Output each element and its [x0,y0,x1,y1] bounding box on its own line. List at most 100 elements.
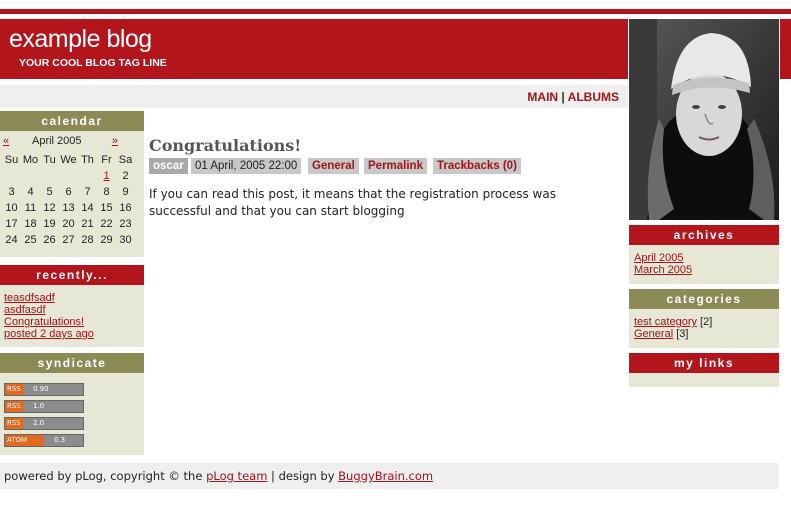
category-link[interactable]: General [634,328,673,340]
calendar-grid: Su Mo Tu We Th Fr Sa 1 2 3 4 5 6 7 8 9 1… [2,152,135,248]
calendar-day [40,168,59,184]
calendar-weekday-row: Su Mo Tu We Th Fr Sa [2,152,135,168]
post-date: 01 April, 2005 22:00 [191,158,302,174]
recent-post-link[interactable]: asdfasdf [4,304,94,316]
category-count: [3] [676,328,689,340]
calendar-day: 8 [103,186,110,198]
blog-title[interactable]: example blog [9,25,152,54]
calendar-day: 9 [122,186,129,198]
archives-widget: April 2005 March 2005 [629,245,779,284]
nav-main-link[interactable]: MAIN [527,90,558,104]
buggybrain-link[interactable]: BuggyBrain.com [338,469,433,483]
calendar-day: 23 [119,218,132,230]
my-links-heading: my links [629,353,779,373]
rss-090-badge[interactable]: RSS 0.90 [4,383,84,396]
calendar-day-link[interactable]: 1 [97,168,116,184]
my-links-widget [629,373,779,387]
atom-03-badge[interactable]: ATOM 0.3 [4,434,84,447]
archive-link[interactable]: March 2005 [634,264,692,276]
calendar-day: 19 [43,218,56,230]
category-count: [2] [700,316,713,328]
portrait-image [629,19,779,220]
category-link[interactable]: test category [634,316,697,328]
recently-widget: teasdfsadf asdfasdf Congratulations! pos… [0,285,144,347]
calendar-day [21,168,40,184]
footer-copyright-text: powered by pLog, copyright © the [4,469,207,483]
rss-10-badge[interactable]: RSS 1.0 [4,400,84,413]
feed-type: ATOM [5,435,44,446]
recent-post-link[interactable]: Congratulations! [4,316,94,328]
calendar-day: 27 [62,234,75,246]
calendar-day: 11 [24,202,37,214]
calendar-day: 26 [43,234,56,246]
post-trackbacks-link[interactable]: Trackbacks (0) [433,158,521,174]
calendar-day: 22 [100,218,113,230]
feed-version: 0.3 [54,436,66,444]
recent-post-link[interactable]: posted 2 days ago [4,328,94,340]
calendar-day: 24 [5,234,18,246]
top-nav: MAIN | ALBUMS [0,85,628,108]
calendar-day [59,168,78,184]
post-category-link[interactable]: General [308,158,359,174]
calendar-day: 16 [119,202,132,214]
nav-links: MAIN | ALBUMS [527,90,619,104]
calendar-day [2,168,21,184]
calendar-day: 5 [46,186,53,198]
calendar-heading: calendar [0,111,144,131]
calendar-week: 3 4 5 6 7 8 9 [2,184,135,200]
categories-list: test category [2] General [3] [634,316,712,340]
syndicate-heading: syndicate [0,353,144,373]
feed-type: RSS [5,401,23,412]
plog-team-link[interactable]: pLog team [206,469,267,483]
rss-20-badge[interactable]: RSS 2.0 [4,417,84,430]
categories-heading: categories [629,289,779,309]
weekday-header: Mo [22,154,39,166]
nav-albums-link[interactable]: ALBUMS [568,90,619,104]
calendar-day: 13 [62,202,75,214]
calendar-prev-link[interactable]: « [3,135,9,147]
weekday-header: Tu [43,154,56,166]
syndicate-widget: RSS 0.90 RSS 1.0 RSS 2.0 ATOM 0.3 [0,373,144,455]
feed-version: 0.90 [33,385,49,393]
calendar-widget: « April 2005 » Su Mo Tu We Th Fr Sa 1 2 … [0,131,144,257]
calendar-day: 4 [27,186,34,198]
categories-widget: test category [2] General [3] [629,309,779,348]
post-body: If you can read this post, it means that… [149,187,556,218]
calendar-day: 29 [100,234,113,246]
footer-design-text: | design by [267,469,339,483]
calendar-day [78,168,97,184]
calendar-week: 1 2 [2,168,135,184]
calendar-day: 15 [100,202,113,214]
header-photo [629,19,779,220]
calendar-day: 12 [43,202,56,214]
calendar-day: 6 [65,186,72,198]
calendar-day: 18 [24,218,37,230]
recent-post-link[interactable]: teasdfsadf [4,292,94,304]
blog-tagline: YOUR COOL BLOG TAG LINE [19,57,167,69]
calendar-day: 2 [122,170,129,182]
archive-link[interactable]: April 2005 [634,252,692,264]
post-title[interactable]: Congratulations! [149,136,301,155]
weekday-header: Su [4,154,19,166]
recently-list: teasdfsadf asdfasdf Congratulations! pos… [4,292,94,340]
calendar-week: 24 25 26 27 28 29 30 [2,232,135,248]
calendar-next-link[interactable]: » [112,135,118,147]
post-permalink[interactable]: Permalink [364,158,427,174]
nav-separator: | [561,90,565,104]
feed-version: 1.0 [33,402,45,410]
post-author-badge: oscar [149,158,188,174]
calendar-month: April 2005 [32,135,82,147]
calendar-day: 28 [81,234,94,246]
footer: powered by pLog, copyright © the pLog te… [0,463,779,489]
archives-heading: archives [629,225,779,245]
calendar-day: 25 [24,234,37,246]
recently-heading: recently... [0,265,144,285]
calendar-day: 21 [81,218,94,230]
feed-version: 2.0 [33,419,45,427]
calendar-day: 20 [62,218,75,230]
footer-text: powered by pLog, copyright © the pLog te… [4,469,433,483]
calendar-day: 30 [119,234,132,246]
category-item: General [3] [634,328,712,340]
header-banner: example blog YOUR COOL BLOG TAG LINE [0,19,628,79]
weekday-header: We [60,154,77,166]
